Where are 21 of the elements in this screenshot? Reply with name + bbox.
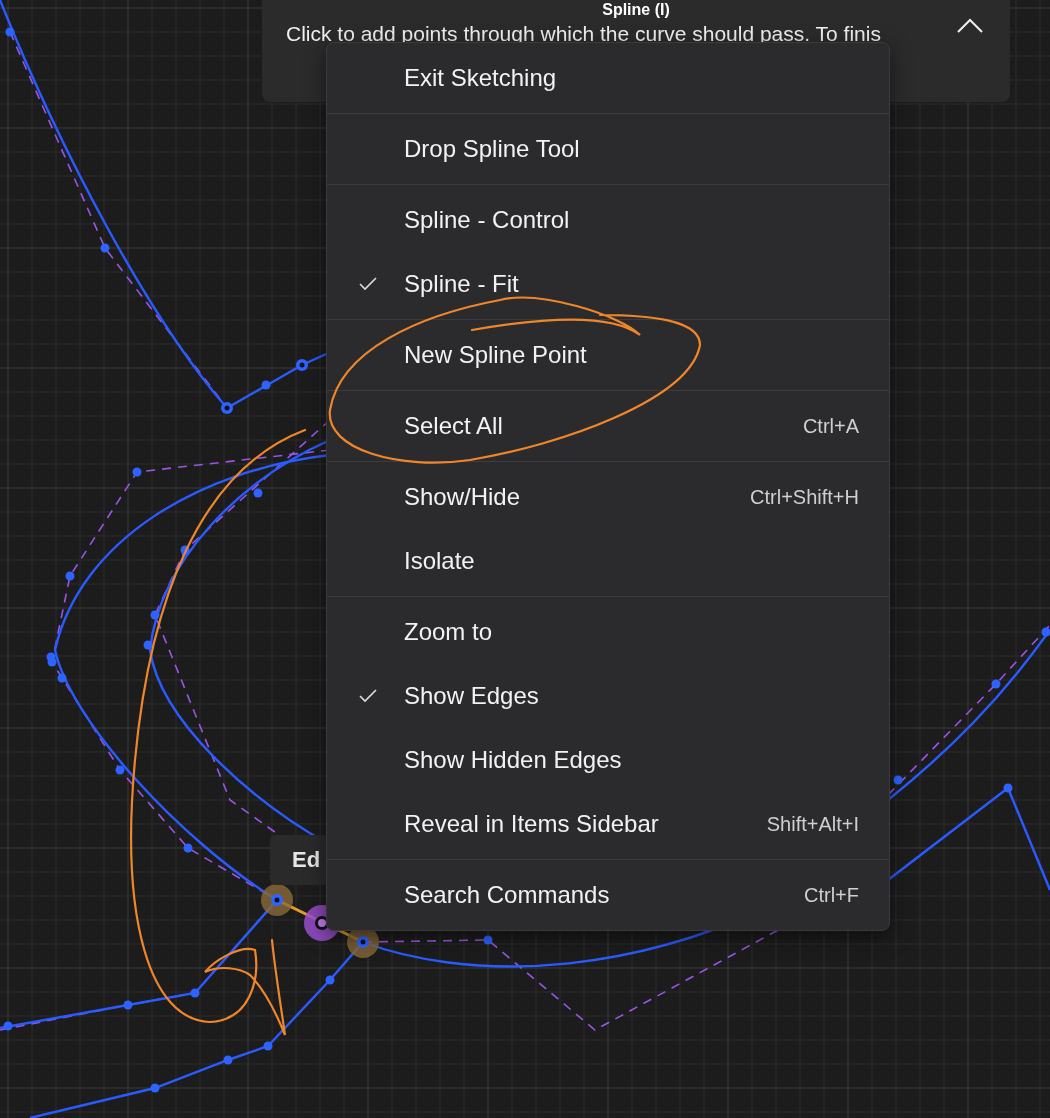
menu-item[interactable]: Reveal in Items Sidebar Shift+Alt+I <box>327 792 889 856</box>
tool-title: Spline (I) <box>601 1 671 19</box>
shortcut-label: Ctrl+A <box>802 414 859 438</box>
menu-item[interactable]: Search Commands Ctrl+F <box>327 863 889 927</box>
menu-item[interactable]: Show/Hide Ctrl+Shift+H <box>327 465 889 529</box>
shortcut-label: Ctrl+Shift+H <box>750 485 859 509</box>
menu-item[interactable]: Show Edges <box>327 664 889 728</box>
menu-item[interactable]: Spline - Control <box>327 188 889 252</box>
menu-item[interactable]: Drop Spline Tool <box>327 117 889 181</box>
menu-item[interactable]: Show Hidden Edges <box>327 728 889 792</box>
menu-item[interactable]: Select All Ctrl+A <box>327 394 889 458</box>
hint-text: Click to add points through which the curve should pass. To finis <box>286 21 882 47</box>
tooltip-text: Ed <box>292 847 321 873</box>
shortcut-label: Ctrl+F <box>804 883 859 907</box>
menu-item[interactable]: Spline - Fit <box>327 252 889 316</box>
shortcut-label: Shift+Alt+I <box>766 812 859 836</box>
menu-item[interactable]: Zoom to <box>327 600 889 664</box>
menu-item[interactable]: Exit Sketching <box>327 46 889 110</box>
menu-item[interactable]: New Spline Point <box>327 323 889 387</box>
collapse-chevron-icon[interactable] <box>956 18 984 34</box>
menu-item[interactable]: Isolate <box>327 529 889 593</box>
